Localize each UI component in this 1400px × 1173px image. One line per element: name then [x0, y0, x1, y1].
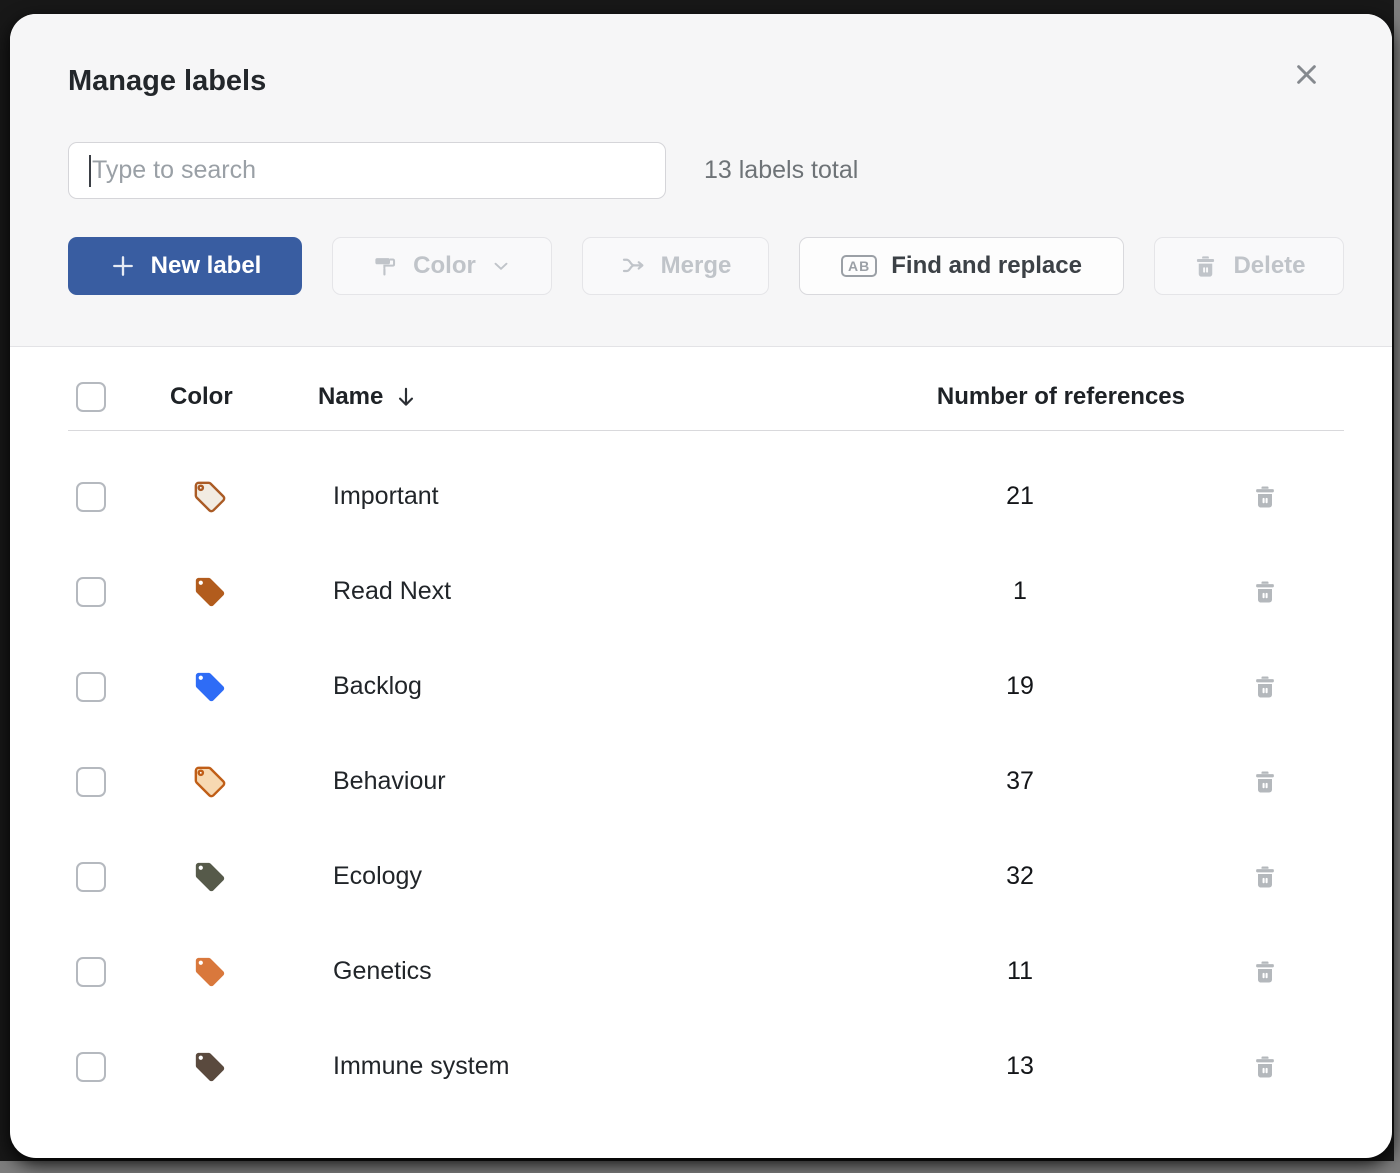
table-row: Genetics 11 [68, 924, 1344, 1019]
find-replace-ab-icon: AB [841, 255, 877, 277]
label-tag-icon [193, 955, 227, 989]
row-checkbox[interactable] [76, 767, 106, 797]
row-checkbox[interactable] [76, 862, 106, 892]
table-row: Ecology 32 [68, 829, 1344, 924]
delete-row-button[interactable] [1251, 958, 1279, 986]
label-tag-icon [193, 1050, 227, 1084]
find-and-replace-button-label: Find and replace [891, 252, 1082, 280]
merge-icon [620, 253, 647, 280]
trash-icon [1251, 1053, 1279, 1081]
delete-row-button[interactable] [1251, 483, 1279, 511]
label-reference-count: 11 [1007, 957, 1033, 986]
column-header-color[interactable]: Color [170, 383, 233, 411]
text-cursor [89, 155, 91, 187]
close-button[interactable] [1290, 58, 1322, 90]
delete-row-button[interactable] [1251, 673, 1279, 701]
label-reference-count: 19 [1006, 672, 1034, 701]
labels-total-count: 13 labels total [704, 156, 858, 185]
delete-row-button[interactable] [1251, 1053, 1279, 1081]
plus-icon [109, 252, 137, 280]
new-label-button-label: New label [151, 252, 262, 280]
label-name: Behaviour [318, 767, 446, 796]
search-input[interactable]: Type to search [68, 142, 666, 199]
trash-icon [1251, 578, 1279, 606]
chevron-down-icon [490, 255, 512, 277]
label-tag-icon [193, 480, 227, 514]
row-checkbox[interactable] [76, 1052, 106, 1082]
search-placeholder: Type to search [92, 156, 256, 185]
search-row: Type to search 13 labels total [68, 142, 1344, 199]
dialog-header: Manage labels Type to search 13 labels t… [10, 14, 1392, 347]
row-checkbox[interactable] [76, 957, 106, 987]
row-checkbox[interactable] [76, 577, 106, 607]
find-and-replace-button[interactable]: AB Find and replace [799, 237, 1124, 295]
label-tag-icon [193, 765, 227, 799]
label-tag-icon [193, 860, 227, 894]
trash-icon [1251, 673, 1279, 701]
table-header-row: Color Name Number of references [68, 364, 1344, 431]
label-reference-count: 37 [1006, 767, 1034, 796]
close-icon [1293, 61, 1320, 88]
table-row: Behaviour 37 [68, 734, 1344, 829]
merge-button[interactable]: Merge [582, 237, 769, 295]
delete-row-button[interactable] [1251, 863, 1279, 891]
table-row: Backlog 19 [68, 639, 1344, 734]
color-button-label: Color [413, 252, 476, 280]
label-name: Backlog [318, 672, 422, 701]
toolbar: New label Color Merge [68, 237, 1344, 295]
label-name: Read Next [318, 577, 451, 606]
trash-icon [1251, 768, 1279, 796]
delete-button-label: Delete [1233, 252, 1305, 280]
sort-descending-icon [393, 384, 419, 410]
label-name: Ecology [318, 862, 422, 891]
delete-row-button[interactable] [1251, 578, 1279, 606]
trash-icon [1192, 253, 1219, 280]
merge-button-label: Merge [661, 252, 732, 280]
table-row: Immune system 13 [68, 1019, 1344, 1114]
column-header-name[interactable]: Name [318, 383, 383, 411]
label-name: Genetics [318, 957, 432, 986]
table-body: Important 21 R [68, 431, 1344, 1114]
trash-icon [1251, 958, 1279, 986]
delete-button[interactable]: Delete [1154, 237, 1344, 295]
delete-row-button[interactable] [1251, 768, 1279, 796]
label-name: Important [318, 482, 439, 511]
column-header-references[interactable]: Number of references [937, 383, 1185, 411]
label-reference-count: 21 [1006, 482, 1034, 511]
table-row: Important 21 [68, 449, 1344, 544]
label-reference-count: 13 [1006, 1052, 1034, 1081]
row-checkbox[interactable] [76, 482, 106, 512]
table-row: Read Next 1 [68, 544, 1344, 639]
labels-table: Color Name Number of references Import [10, 347, 1392, 1114]
manage-labels-dialog: Manage labels Type to search 13 labels t… [10, 14, 1392, 1158]
trash-icon [1251, 483, 1279, 511]
paint-roller-icon [372, 253, 399, 280]
label-tag-icon [193, 575, 227, 609]
label-reference-count: 1 [1013, 577, 1027, 606]
dialog-title: Manage labels [68, 64, 1344, 98]
select-all-checkbox[interactable] [76, 382, 106, 412]
new-label-button[interactable]: New label [68, 237, 302, 295]
label-name: Immune system [318, 1052, 509, 1081]
row-checkbox[interactable] [76, 672, 106, 702]
trash-icon [1251, 863, 1279, 891]
color-button[interactable]: Color [332, 237, 552, 295]
label-reference-count: 32 [1006, 862, 1034, 891]
label-tag-icon [193, 670, 227, 704]
